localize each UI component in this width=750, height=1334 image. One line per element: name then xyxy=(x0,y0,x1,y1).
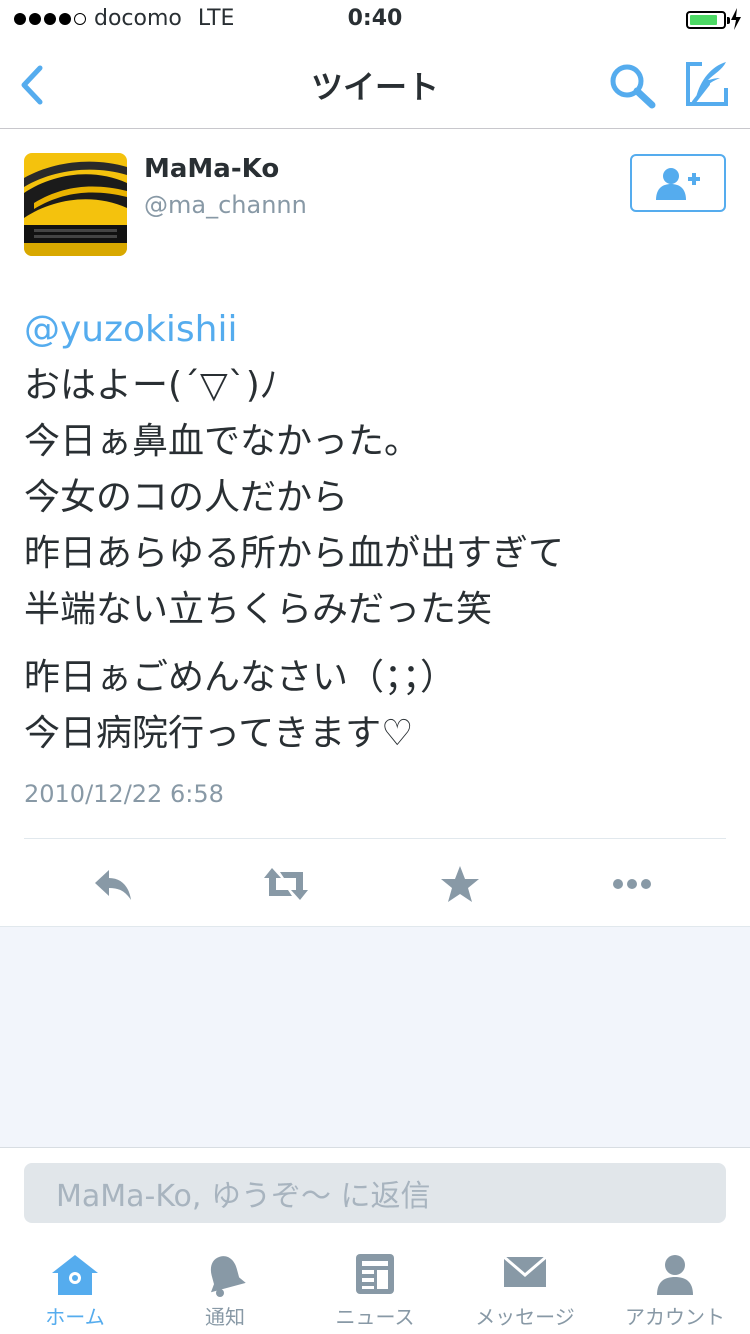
divider xyxy=(24,838,726,839)
tab-label: メッセージ xyxy=(475,1305,575,1329)
tweet-line: 昨日あらゆる所から血が出すぎて xyxy=(24,533,565,574)
tab-label: ホーム xyxy=(45,1305,105,1329)
home-icon xyxy=(52,1255,98,1295)
add-user-icon xyxy=(656,168,700,200)
tab-label: ニュース xyxy=(335,1305,415,1329)
envelope-icon xyxy=(503,1255,547,1287)
tweet-timestamp: 2010/12/22 6:58 xyxy=(24,780,224,808)
status-bar: docomo LTE 0:40 xyxy=(0,0,750,40)
tab-bar: ホーム 通知 ニュース メッセージ アカウント xyxy=(0,1237,750,1334)
avatar[interactable] xyxy=(24,153,127,256)
tweet-line: おはよー(´▽`)ﾉ xyxy=(24,365,278,406)
tweet-text: @yuzokishii おはよー(´▽`)ﾉ 今日ぁ鼻血でなかった。 今女のコの… xyxy=(24,302,724,762)
person-icon xyxy=(657,1255,693,1295)
tab-notifications[interactable]: 通知 xyxy=(150,1237,300,1334)
tab-home[interactable]: ホーム xyxy=(0,1237,150,1334)
tweet-line: 今日ぁ鼻血でなかった。 xyxy=(24,421,421,462)
news-icon xyxy=(356,1254,394,1294)
more-options-icon[interactable] xyxy=(610,862,654,906)
favorite-star-icon[interactable] xyxy=(438,862,482,906)
reply-icon[interactable] xyxy=(91,862,135,906)
tab-news[interactable]: ニュース xyxy=(300,1237,450,1334)
retweet-icon[interactable] xyxy=(262,862,310,906)
display-name[interactable]: MaMa-Ko xyxy=(144,154,279,184)
reply-bar: MaMa-Ko, ゆうぞ〜 に返信 xyxy=(0,1147,750,1238)
tweet-line: 昨日ぁごめんなさい（；；） xyxy=(24,657,457,698)
charging-icon xyxy=(731,8,741,30)
search-icon[interactable] xyxy=(608,62,658,110)
battery-icon xyxy=(686,11,730,29)
tab-label: 通知 xyxy=(205,1305,245,1329)
follow-button[interactable] xyxy=(630,154,726,212)
clock: 0:40 xyxy=(347,6,403,31)
bell-icon xyxy=(210,1256,246,1297)
tab-account[interactable]: アカウント xyxy=(600,1237,750,1334)
empty-feed-area xyxy=(0,926,750,1148)
user-handle[interactable]: @ma_channn xyxy=(144,191,307,219)
navigation-bar: ツイート xyxy=(0,40,750,129)
tab-messages[interactable]: メッセージ xyxy=(450,1237,600,1334)
tab-label: アカウント xyxy=(625,1305,725,1329)
tweet-line: 半端ない立ちくらみだった笑 xyxy=(24,589,493,630)
mention-link[interactable]: @yuzokishii xyxy=(24,302,724,358)
reply-input[interactable]: MaMa-Ko, ゆうぞ〜 に返信 xyxy=(24,1163,726,1223)
tweet-line: 今日病院行ってきます♡ xyxy=(24,713,414,754)
tweet-line: 今女のコの人だから xyxy=(24,477,349,518)
compose-tweet-icon[interactable] xyxy=(682,58,732,110)
